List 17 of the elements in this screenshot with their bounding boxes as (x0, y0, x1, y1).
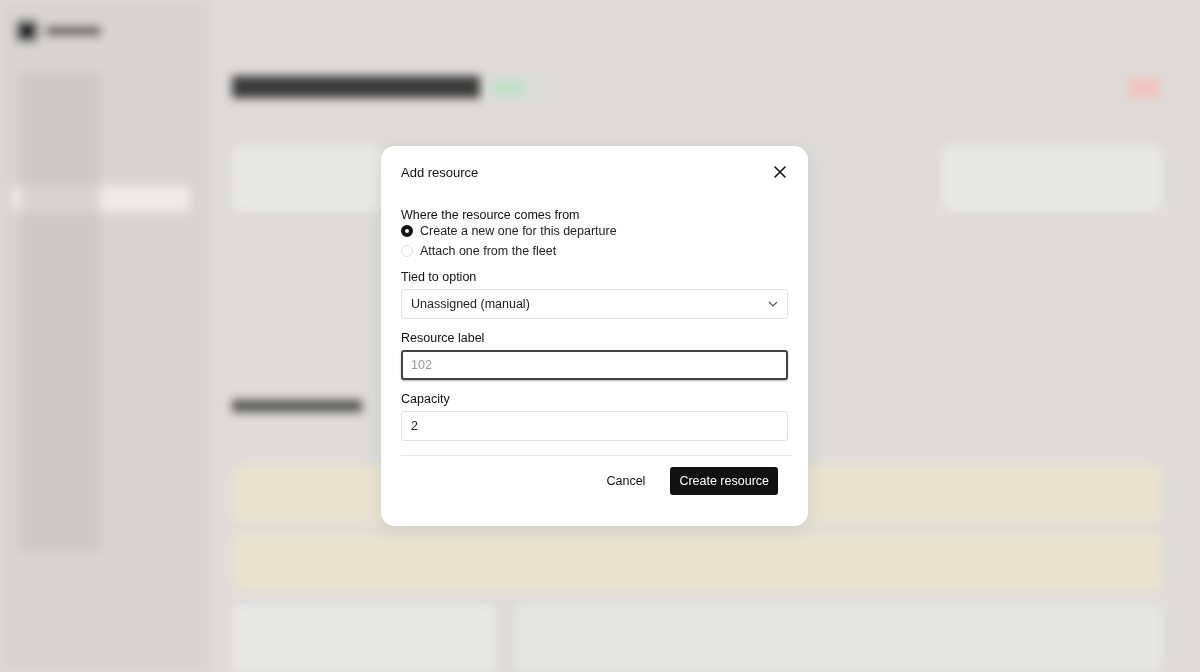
submit-button[interactable]: Create resource (670, 467, 778, 495)
radio-label: Create a new one for this departure (420, 224, 617, 238)
radio-option[interactable]: Create a new one for this departure (401, 224, 788, 238)
dialog-title: Add resource (401, 164, 479, 180)
field-label: Tied to option (401, 270, 478, 284)
close-button[interactable] (772, 164, 788, 180)
field-label: Resource label (401, 331, 486, 345)
input-field[interactable]: 102 (401, 350, 788, 380)
option-dropdown[interactable]: Unassigned (manual) (401, 289, 788, 319)
cancel-button[interactable]: Cancel (597, 467, 655, 495)
chevron-down-icon (768, 301, 778, 307)
radio-option[interactable]: Attach one from the fleet (401, 244, 788, 258)
field-label: Where the resource comes from (401, 208, 581, 222)
field-label: Capacity (401, 392, 451, 406)
input-field[interactable]: 2 (401, 411, 788, 441)
close-icon (774, 166, 786, 178)
radio-label: Attach one from the fleet (420, 244, 557, 258)
